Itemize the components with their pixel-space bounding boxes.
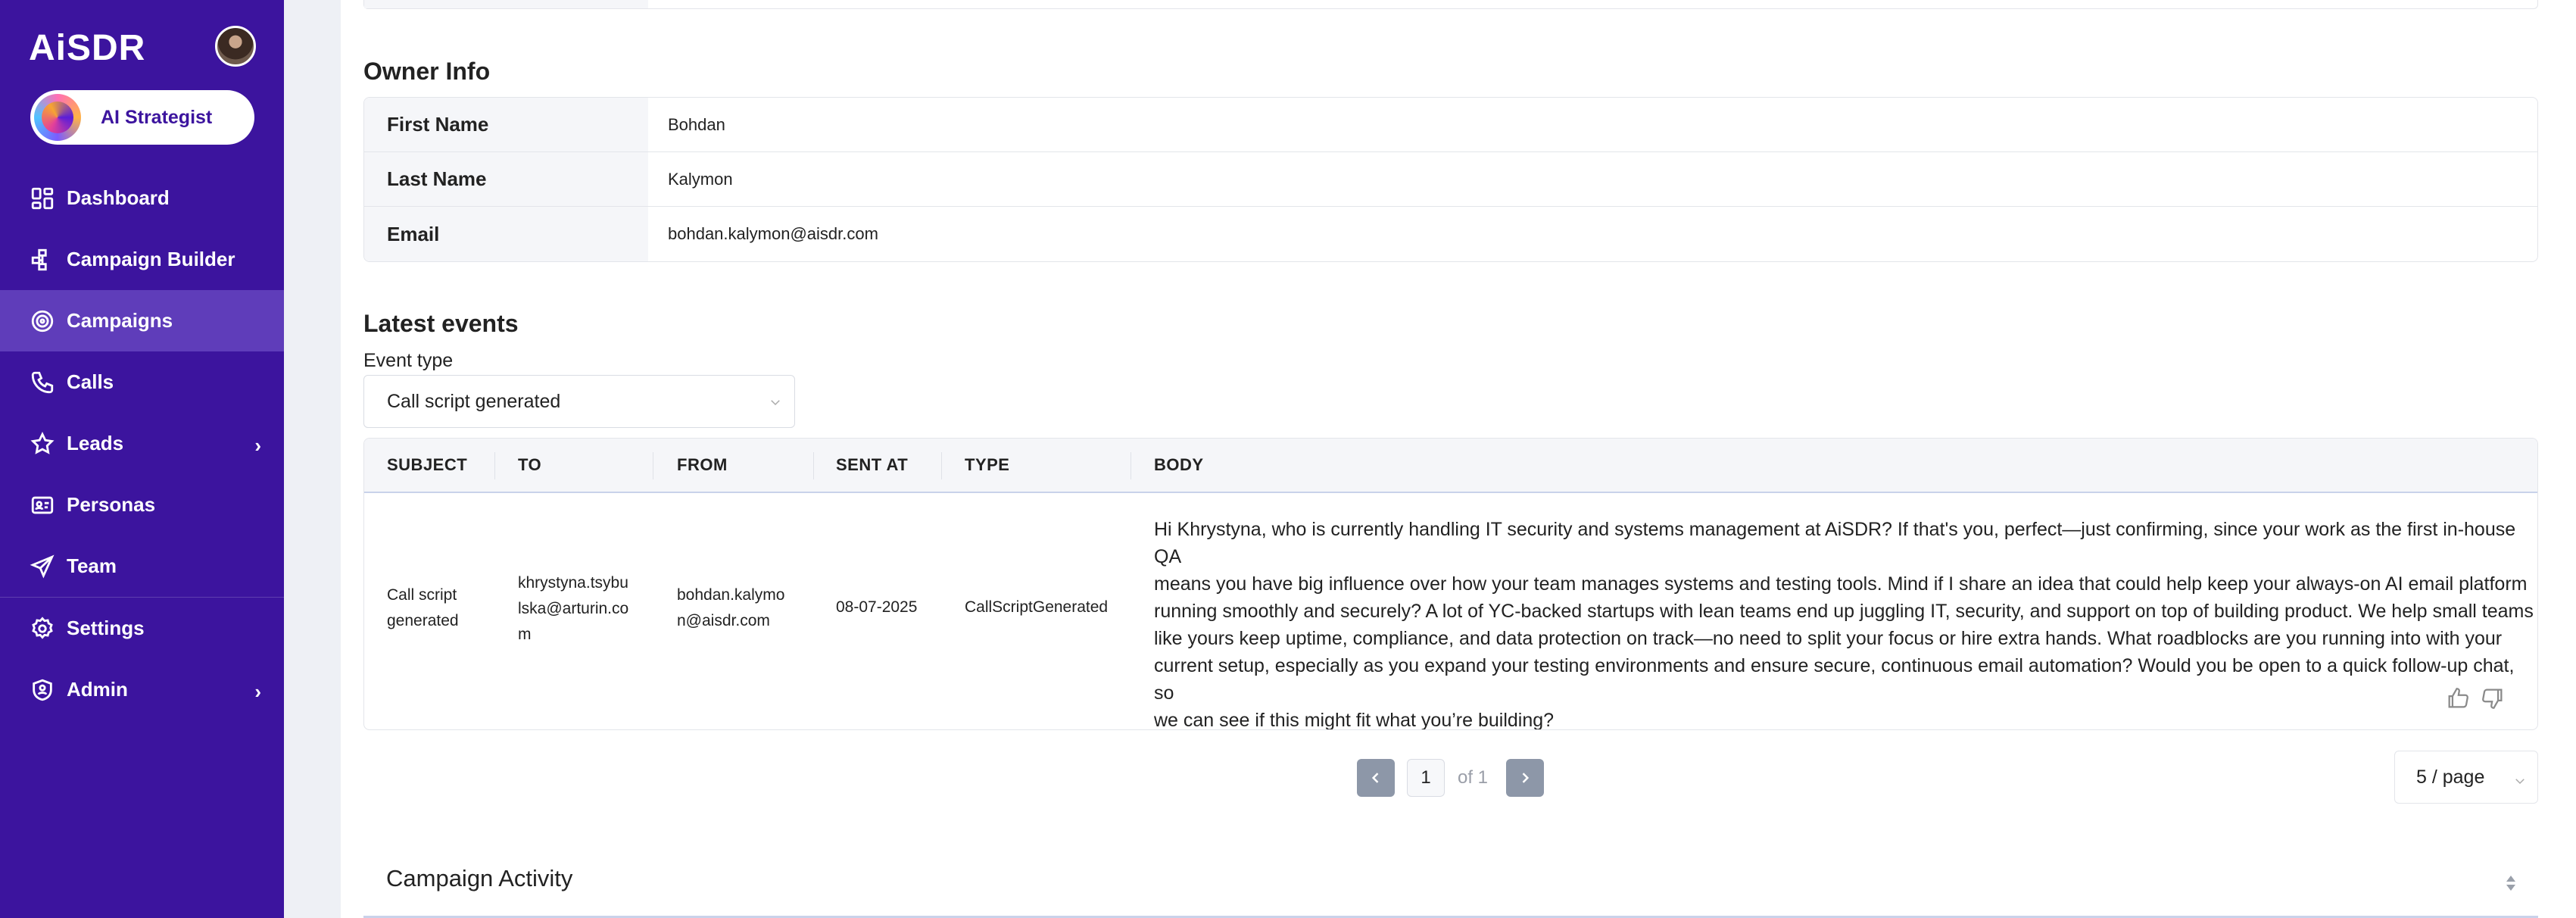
cell-subject: Call script generated: [387, 586, 459, 629]
latest-events-title: Latest events: [363, 310, 519, 337]
ai-strategist-button[interactable]: AI Strategist: [30, 90, 254, 145]
info-label: Email: [364, 207, 648, 261]
cell-sent-at: 08-07-2025: [836, 598, 918, 616]
sidebar-item-campaign-builder[interactable]: Campaign Builder: [0, 229, 284, 290]
sidebar-item-label: Campaigns: [67, 309, 173, 332]
app-logo[interactable]: AiSDR: [29, 27, 145, 69]
dashboard-icon: [29, 185, 56, 212]
page-count: of 1: [1458, 767, 1489, 788]
sidebar-item-settings[interactable]: Settings: [0, 598, 284, 659]
info-row-last-name: Last Name Kalymon: [364, 152, 2537, 207]
table-header: SUBJECT TO FROM SENT AT TYPE BODY: [364, 439, 2537, 493]
campaign-activity-title: Campaign Activity: [386, 864, 573, 891]
column-header-to[interactable]: TO: [518, 439, 541, 492]
column-header-from[interactable]: FROM: [677, 439, 728, 492]
sidebar-item-label: Dashboard: [67, 186, 170, 209]
star-icon: [29, 430, 56, 457]
ai-orb-icon: [34, 94, 81, 141]
sidebar-item-label: Personas: [67, 493, 156, 516]
ai-strategist-label: AI Strategist: [101, 106, 213, 128]
content-gutter: [284, 0, 341, 918]
send-icon: [29, 553, 56, 580]
sidebar-nav: Dashboard Campaign Builder Campaigns Cal…: [0, 167, 284, 720]
sidebar-item-label: Calls: [67, 370, 114, 393]
current-page-input[interactable]: 1: [1407, 759, 1445, 797]
gear-icon: [29, 615, 56, 642]
event-type-select[interactable]: Call script generated: [363, 375, 795, 428]
sidebar-item-admin[interactable]: Admin ›: [0, 659, 284, 720]
event-type-value: Call script generated: [387, 390, 561, 412]
page-size-select[interactable]: 5 / page: [2394, 751, 2538, 804]
cell-type: CallScriptGenerated: [965, 598, 1109, 616]
page-size-value: 5 / page: [2416, 766, 2485, 788]
sidebar: AiSDR AI Strategist Dashboard Campaign B…: [0, 0, 284, 918]
sidebar-item-label: Settings: [67, 617, 145, 639]
chevron-right-icon: ›: [254, 434, 261, 457]
sidebar-item-leads[interactable]: Leads ›: [0, 413, 284, 474]
thumbs-up-icon[interactable]: [2445, 685, 2471, 711]
events-table: SUBJECT TO FROM SENT AT TYPE BODY Call s…: [363, 438, 2538, 730]
info-value: Bohdan: [668, 114, 725, 134]
owner-info-table: First Name Bohdan Last Name Kalymon Emai…: [363, 97, 2538, 262]
table-row: Call script generated khrystyna.tsybu ls…: [364, 493, 2537, 729]
shield-icon: [29, 676, 56, 704]
phone-icon: [29, 369, 56, 396]
campaign-builder-icon: [29, 246, 56, 273]
campaign-activity-header[interactable]: Campaign Activity: [363, 841, 2538, 918]
thumbs-down-icon[interactable]: [2480, 685, 2506, 711]
chevron-right-icon: [1522, 773, 1530, 783]
sidebar-item-label: Admin: [67, 678, 128, 701]
column-header-subject[interactable]: SUBJECT: [387, 439, 467, 492]
cell-from: bohdan.kalymo n@aisdr.com: [677, 586, 785, 629]
chevron-down-icon: [769, 392, 782, 406]
sidebar-item-campaigns[interactable]: Campaigns: [0, 290, 284, 351]
sidebar-item-label: Campaign Builder: [67, 248, 235, 270]
column-header-body[interactable]: BODY: [1154, 439, 1204, 492]
chevron-left-icon: [1371, 773, 1379, 783]
sort-icon[interactable]: [2505, 871, 2517, 891]
owner-info-title: Owner Info: [363, 58, 491, 85]
sidebar-item-team[interactable]: Team: [0, 536, 284, 597]
info-value: Kalymon: [668, 169, 733, 189]
avatar[interactable]: [215, 26, 256, 67]
chevron-down-icon: [2513, 771, 2527, 785]
target-icon: [29, 308, 56, 335]
sidebar-item-calls[interactable]: Calls: [0, 351, 284, 413]
info-label: Last Name: [364, 152, 648, 206]
cell-to: khrystyna.tsybu lska@arturin.co m: [518, 574, 629, 643]
info-row-email: Email bohdan.kalymon@aisdr.com: [364, 207, 2537, 261]
info-row-first-name: First Name Bohdan: [364, 98, 2537, 152]
sidebar-item-label: Team: [67, 554, 117, 577]
info-value: bohdan.kalymon@aisdr.com: [668, 224, 878, 243]
column-header-type[interactable]: TYPE: [965, 439, 1009, 492]
chevron-right-icon: ›: [254, 680, 261, 703]
event-type-label: Event type: [363, 350, 454, 371]
next-page-button[interactable]: [1506, 759, 1544, 797]
prev-page-button[interactable]: [1357, 759, 1395, 797]
previous-table-edge: [363, 0, 2538, 9]
sidebar-item-label: Leads: [67, 432, 124, 454]
cell-body: Hi Khrystyna, who is currently handling …: [1154, 519, 2534, 730]
id-card-icon: [29, 492, 56, 519]
main-content: Owner Info First Name Bohdan Last Name K…: [341, 0, 2576, 918]
info-label: First Name: [364, 98, 648, 151]
column-header-sent-at[interactable]: SENT AT: [836, 439, 908, 492]
sidebar-item-personas[interactable]: Personas: [0, 474, 284, 536]
sidebar-item-dashboard[interactable]: Dashboard: [0, 167, 284, 229]
